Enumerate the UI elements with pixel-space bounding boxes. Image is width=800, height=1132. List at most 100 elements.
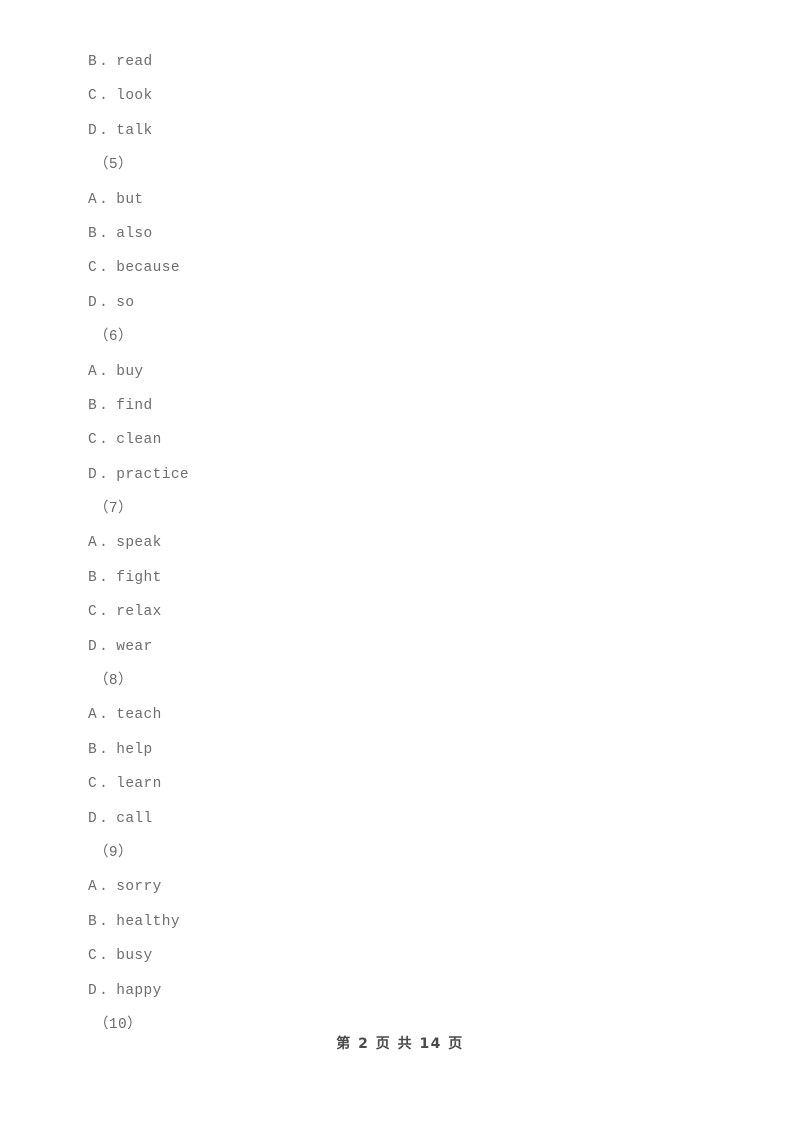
option-letter: C xyxy=(88,948,98,965)
option-letter: C xyxy=(88,88,98,105)
answer-option: D. so xyxy=(88,286,728,320)
option-separator: . xyxy=(99,260,109,277)
option-text: but xyxy=(116,191,144,208)
option-letter: B xyxy=(88,913,98,930)
answer-option: C. relax xyxy=(88,595,728,629)
option-letter: D xyxy=(88,122,98,139)
answer-option: A. teach xyxy=(88,698,728,732)
option-letter: B xyxy=(88,397,98,414)
option-text: speak xyxy=(116,535,162,552)
answer-option: A. sorry xyxy=(88,870,728,904)
option-separator: . xyxy=(99,776,109,793)
question-number-label: （7） xyxy=(94,501,133,518)
question-number: （8） xyxy=(88,664,728,698)
option-separator: . xyxy=(99,54,109,70)
option-letter: B xyxy=(88,741,98,758)
option-separator: . xyxy=(99,707,109,724)
option-text: sorry xyxy=(116,879,162,896)
option-letter: D xyxy=(88,810,98,827)
answer-option: D. call xyxy=(88,802,728,836)
option-letter: D xyxy=(88,982,98,999)
question-number-label: （10） xyxy=(94,1016,143,1033)
answer-option: C. because xyxy=(88,251,728,285)
option-text: fight xyxy=(116,569,162,586)
option-text: learn xyxy=(116,776,162,793)
option-letter: C xyxy=(88,604,98,621)
option-separator: . xyxy=(99,363,109,380)
answer-option: C. busy xyxy=(88,939,728,973)
option-text: read xyxy=(116,54,153,70)
answer-option: A. but xyxy=(88,183,728,217)
option-text: healthy xyxy=(116,913,180,930)
option-text: busy xyxy=(116,948,153,965)
question-number: （5） xyxy=(88,148,728,182)
option-letter: A xyxy=(88,879,98,896)
option-separator: . xyxy=(99,432,109,449)
option-separator: . xyxy=(99,225,109,242)
answer-option: D. talk xyxy=(88,114,728,148)
question-number-label: （9） xyxy=(94,844,133,861)
option-text: happy xyxy=(116,982,162,999)
option-letter: C xyxy=(88,260,98,277)
option-letter: D xyxy=(88,294,98,311)
option-separator: . xyxy=(99,294,109,311)
page-footer: 第 2 页 共 14 页 xyxy=(336,1036,464,1052)
answer-option: B. also xyxy=(88,217,728,251)
answer-option: B. find xyxy=(88,389,728,423)
answer-option: A. speak xyxy=(88,526,728,560)
question-list: B. read C. look D. talk （5） A. but B. also C. becaus… xyxy=(88,45,728,1042)
option-text: practice xyxy=(116,466,190,483)
option-letter: D xyxy=(88,638,98,655)
answer-option: C. look xyxy=(88,79,728,113)
option-letter: C xyxy=(88,776,98,793)
option-text: clean xyxy=(116,432,162,449)
question-number: （6） xyxy=(88,320,728,354)
option-letter: A xyxy=(88,191,98,208)
answer-option: B. read xyxy=(88,45,728,79)
answer-option: C. clean xyxy=(88,423,728,457)
option-separator: . xyxy=(99,535,109,552)
option-letter: A xyxy=(88,363,98,380)
answer-option: D. practice xyxy=(88,458,728,492)
option-text: find xyxy=(116,397,153,414)
option-text: so xyxy=(116,294,135,311)
option-separator: . xyxy=(99,913,109,930)
option-separator: . xyxy=(99,122,109,139)
question-number: （7） xyxy=(88,492,728,526)
option-separator: . xyxy=(99,879,109,896)
option-letter: B xyxy=(88,54,98,70)
question-number: （9） xyxy=(88,836,728,870)
option-text: talk xyxy=(116,122,153,139)
option-text: help xyxy=(116,741,153,758)
option-text: look xyxy=(116,88,153,105)
option-separator: . xyxy=(99,604,109,621)
option-separator: . xyxy=(99,397,109,414)
question-number-label: （6） xyxy=(94,329,133,346)
option-text: relax xyxy=(116,604,162,621)
answer-option: A. buy xyxy=(88,355,728,389)
answer-option: C. learn xyxy=(88,767,728,801)
option-separator: . xyxy=(99,810,109,827)
option-letter: A xyxy=(88,707,98,724)
option-text: call xyxy=(116,810,153,827)
option-separator: . xyxy=(99,948,109,965)
option-separator: . xyxy=(99,638,109,655)
option-text: teach xyxy=(116,707,162,724)
option-separator: . xyxy=(99,741,109,758)
option-separator: . xyxy=(99,466,109,483)
option-text: wear xyxy=(116,638,153,655)
answer-option: B. help xyxy=(88,733,728,767)
option-letter: A xyxy=(88,535,98,552)
option-separator: . xyxy=(99,191,109,208)
option-letter: B xyxy=(88,569,98,586)
option-text: also xyxy=(116,225,153,242)
option-separator: . xyxy=(99,88,109,105)
document-page: B. read C. look D. talk （5） A. but B. also C. becaus… xyxy=(0,0,800,1132)
option-letter: B xyxy=(88,225,98,242)
question-number-label: （5） xyxy=(94,157,133,174)
option-separator: . xyxy=(99,569,109,586)
answer-option: B. fight xyxy=(88,561,728,595)
answer-option: B. healthy xyxy=(88,905,728,939)
question-number-label: （8） xyxy=(94,673,133,690)
option-letter: D xyxy=(88,466,98,483)
